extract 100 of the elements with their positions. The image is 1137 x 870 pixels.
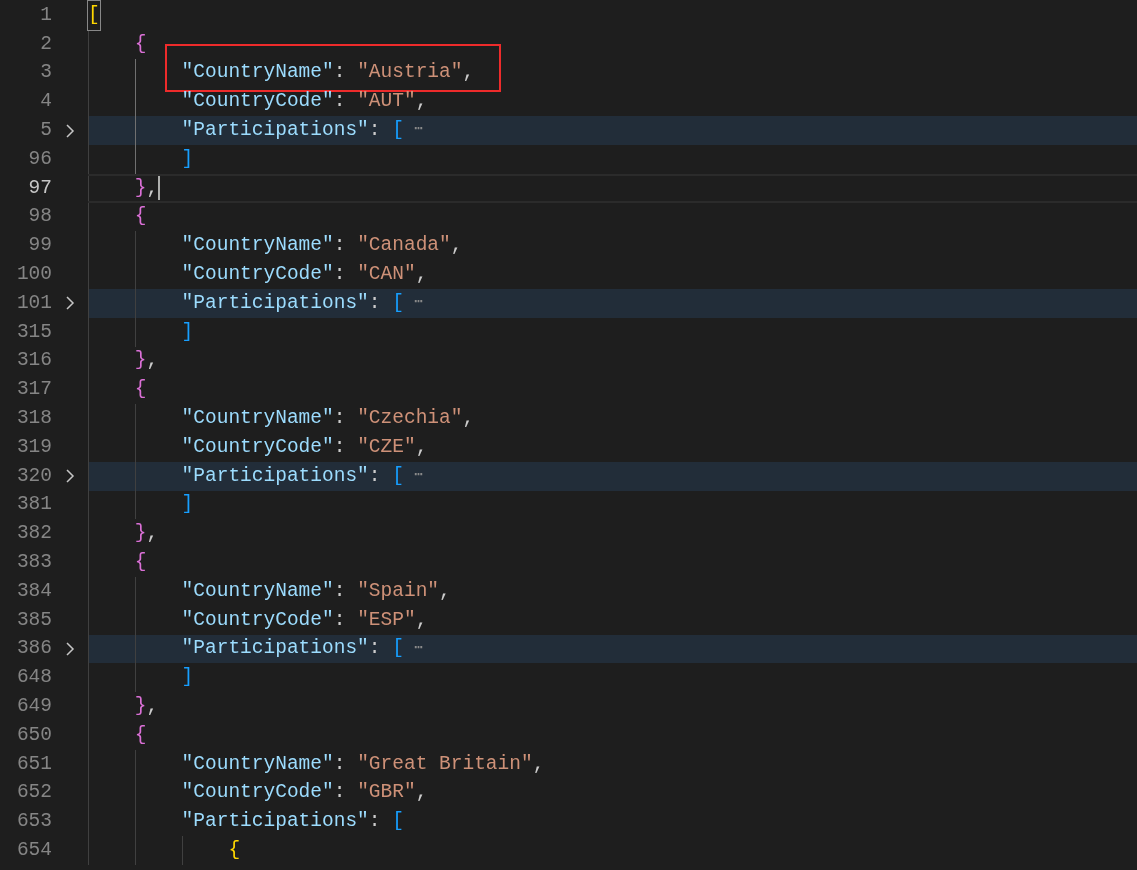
json-key: "CountryName" (181, 576, 334, 606)
json-string: "Austria" (357, 60, 463, 86)
bracket: { (228, 837, 241, 863)
punctuation: , (462, 60, 475, 86)
line-number: 98 (27, 204, 52, 230)
punctuation: , (415, 607, 428, 633)
chevron-right-icon[interactable] (65, 122, 75, 139)
bracket: [ (392, 290, 404, 316)
line-number: 385 (15, 607, 52, 633)
folded-ellipsis[interactable]: ⋯ (413, 637, 423, 661)
punctuation: : (333, 261, 347, 287)
line-number: 649 (15, 693, 52, 719)
bracket: [ (392, 463, 404, 489)
json-string: "CAN" (357, 261, 416, 287)
punctuation: , (146, 175, 159, 201)
line-number: 100 (15, 261, 52, 287)
bracket: { (134, 31, 147, 57)
folded-ellipsis[interactable]: ⋯ (413, 292, 423, 315)
line-number: 5 (39, 117, 52, 143)
bracket: } (134, 348, 147, 374)
punctuation: , (532, 751, 545, 777)
line-number: 648 (15, 665, 52, 691)
json-key: "Participations" (181, 115, 369, 146)
json-key: "Participations" (181, 807, 369, 837)
line-number: 99 (27, 233, 52, 259)
json-string: "GBR" (357, 780, 416, 806)
bracket: ] (181, 319, 194, 345)
chevron-right-icon[interactable] (65, 468, 75, 485)
punctuation: : (368, 636, 382, 662)
bracket: } (134, 175, 147, 201)
bracket: { (134, 549, 147, 575)
json-key: "CountryCode" (181, 778, 334, 808)
punctuation: : (333, 405, 347, 431)
punctuation: , (146, 521, 159, 547)
punctuation: , (450, 233, 463, 259)
json-key: "Participations" (181, 634, 369, 664)
line-number: 381 (15, 492, 52, 518)
line-number: 652 (15, 780, 52, 806)
line-number: 316 (15, 348, 52, 374)
punctuation: , (415, 261, 428, 287)
json-key: "CountryName" (181, 749, 334, 779)
punctuation: , (146, 693, 159, 719)
line-number: 96 (27, 146, 52, 172)
json-string: "Czechia" (357, 405, 463, 431)
punctuation: : (333, 780, 347, 806)
json-string: "Spain" (357, 578, 440, 604)
json-string: "ESP" (357, 607, 416, 633)
line-number: 382 (15, 521, 52, 547)
punctuation: , (415, 434, 428, 460)
line-number: 384 (15, 578, 52, 604)
chevron-right-icon[interactable] (65, 295, 75, 312)
line-number: 386 (15, 636, 52, 662)
json-key: "CountryCode" (181, 87, 334, 117)
punctuation: , (415, 89, 428, 115)
line-number: 383 (15, 549, 52, 575)
line-number: 3 (39, 60, 52, 86)
punctuation: : (333, 578, 347, 604)
bracket: ] (181, 665, 194, 691)
punctuation: , (439, 578, 451, 604)
line-number: 97 (27, 175, 52, 201)
line-number: 2 (39, 31, 52, 57)
bracket: ] (181, 146, 194, 172)
bracket: { (134, 722, 147, 748)
json-string: "AUT" (357, 89, 416, 115)
bracket: { (134, 377, 147, 403)
punctuation: : (333, 751, 347, 777)
line-number: 654 (15, 837, 52, 863)
bracket: { (134, 204, 147, 230)
line-number: 1 (39, 2, 52, 28)
line-number: 320 (15, 463, 52, 489)
line-number: 650 (15, 722, 52, 748)
bracket: [ (88, 0, 100, 31)
punctuation: : (368, 463, 382, 489)
line-number: 653 (15, 809, 52, 835)
json-key: "CountryCode" (181, 605, 334, 635)
bracket: [ (392, 117, 404, 143)
line-number: 4 (39, 89, 52, 115)
json-string: "Great Britain" (357, 751, 533, 777)
punctuation: : (368, 290, 382, 316)
punctuation: , (415, 780, 428, 806)
json-key: "CountryName" (181, 403, 334, 434)
chevron-right-icon[interactable] (65, 640, 75, 657)
folded-ellipsis[interactable]: ⋯ (413, 119, 423, 142)
json-key: "CountryCode" (181, 432, 334, 462)
bracket: [ (392, 809, 404, 835)
punctuation: : (368, 117, 382, 143)
punctuation: : (333, 233, 347, 259)
line-number: 315 (15, 319, 52, 345)
line-number: 317 (15, 377, 52, 403)
punctuation: : (333, 434, 347, 460)
punctuation: : (368, 809, 382, 835)
json-key: "Participations" (181, 288, 369, 318)
json-key: "CountryName" (181, 231, 334, 261)
folded-ellipsis[interactable]: ⋯ (413, 464, 423, 488)
json-key: "CountryName" (181, 58, 334, 88)
line-number: 651 (15, 751, 52, 777)
bracket: } (134, 693, 147, 719)
line-number: 319 (15, 434, 52, 460)
punctuation: , (462, 405, 475, 431)
punctuation: : (333, 89, 347, 115)
